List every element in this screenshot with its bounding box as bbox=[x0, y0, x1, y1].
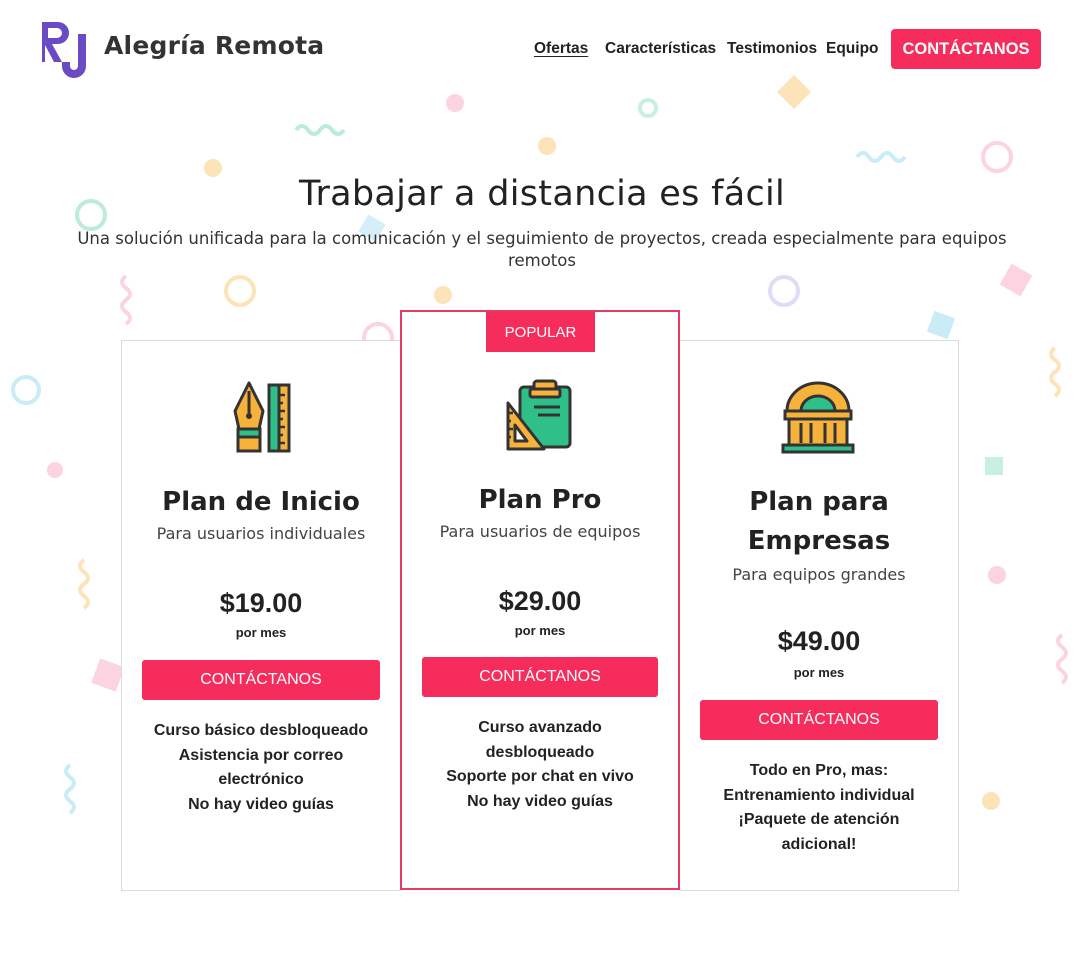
nav-link-testimonios[interactable]: Testimonios bbox=[727, 40, 817, 58]
nav-link-ofertas[interactable]: Ofertas bbox=[534, 40, 588, 58]
plan-contact-button[interactable]: CONTÁCTANOS bbox=[700, 700, 938, 740]
plan-feature: No hay video guías bbox=[467, 792, 613, 810]
plan-feature: Todo en Pro, mas: bbox=[749, 762, 889, 779]
pen-ruler-icon bbox=[233, 381, 291, 453]
nav-link-caracteristicas[interactable]: Características bbox=[605, 40, 716, 58]
plan-audience: Para usuarios individuales bbox=[156, 524, 366, 543]
plan-contact-button[interactable]: CONTÁCTANOS bbox=[422, 657, 658, 697]
contact-button[interactable]: CONTÁCTANOS bbox=[891, 29, 1041, 69]
plan-price: $19.00 bbox=[219, 588, 303, 618]
plan-feature: ¡Paquete de atención adicional! bbox=[738, 811, 900, 853]
plan-feature-list: Todo en Pro, mas: Entrenamiento individu… bbox=[699, 759, 939, 857]
plan-feature-list: Curso avanzado desbloqueado Soporte por … bbox=[420, 716, 660, 814]
plan-period: por mes bbox=[793, 665, 845, 680]
brand-name[interactable]: Alegría Remota bbox=[104, 31, 324, 60]
popular-badge: POPULAR bbox=[486, 312, 595, 352]
plan-feature: Curso básico desbloqueado bbox=[153, 722, 369, 739]
clipboard-triangle-icon bbox=[506, 379, 572, 451]
page-subtitle: Una solución unificada para la comunicac… bbox=[77, 229, 1007, 270]
plan-feature: Asistencia por correo electrónico bbox=[178, 746, 344, 789]
plan-name: Plan Pro bbox=[478, 485, 602, 515]
nav-link-equipo[interactable]: Equipo bbox=[826, 40, 879, 58]
plan-feature: No hay video guías bbox=[188, 795, 334, 813]
plan-feature-list: Curso básico desbloqueado Asistencia por… bbox=[141, 719, 381, 817]
plan-audience: Para usuarios de equipos bbox=[439, 522, 641, 541]
plan-price: $49.00 bbox=[777, 626, 861, 656]
plan-feature: Curso avanzado desbloqueado bbox=[478, 719, 602, 761]
building-icon bbox=[781, 381, 855, 454]
plan-period: por mes bbox=[235, 625, 287, 640]
logo-icon[interactable] bbox=[40, 18, 92, 78]
plan-audience: Para equipos grandes bbox=[732, 565, 906, 584]
plan-price: $29.00 bbox=[498, 586, 582, 616]
plan-feature: Soporte por chat en vivo bbox=[446, 768, 634, 785]
site-header: Alegría Remota Ofertas Características T… bbox=[0, 0, 1084, 100]
plan-name: Plan para Empresas bbox=[747, 487, 891, 556]
plan-period: por mes bbox=[514, 623, 566, 638]
plan-feature: Entrenamiento individual bbox=[723, 786, 915, 804]
page-title: Trabajar a distancia es fácil bbox=[298, 174, 786, 214]
plan-name: Plan de Inicio bbox=[162, 487, 360, 517]
plan-contact-button[interactable]: CONTÁCTANOS bbox=[142, 660, 380, 700]
